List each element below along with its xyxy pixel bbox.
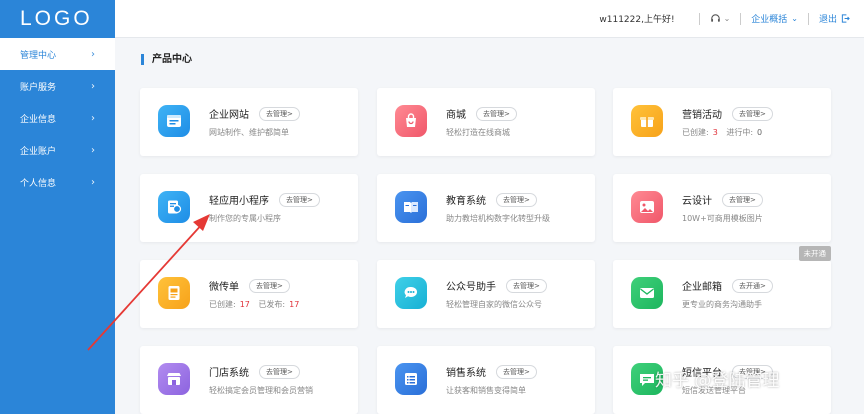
chevron-right-icon: › — [91, 48, 95, 60]
card-title: 门店系统 — [209, 368, 249, 379]
card-desc: 让获客和销售变得简单 — [446, 386, 526, 395]
logout-button[interactable]: 退出 — [819, 12, 850, 25]
card-desc: 轻松管理自家的微信公众号 — [446, 300, 542, 309]
card-title: 教育系统 — [446, 196, 486, 207]
card-title: 企业邮箱 — [682, 282, 722, 293]
logout-label: 退出 — [818, 15, 837, 25]
manage-button[interactable]: 去管理> — [249, 278, 290, 293]
card-title: 商城 — [446, 110, 466, 121]
top-header: w111222,上午好! ⌄ 企业概括 ⌄ 退出 — [115, 0, 864, 38]
gift-icon — [631, 105, 663, 137]
stat-value: 17 — [239, 300, 250, 309]
section-title: 产品中心 — [141, 54, 192, 65]
card-stats: 已创建: 17 已发布: 17 — [209, 299, 305, 310]
card-desc: 网站制作、维护都简单 — [209, 128, 289, 137]
card-title: 公众号助手 — [446, 282, 496, 293]
chevron-down-icon: ⌄ — [723, 14, 731, 23]
flyer-icon — [158, 277, 190, 309]
card-desc: 轻松搞定会员管理和会员营销 — [209, 386, 313, 395]
product-card-enterprise-mail[interactable]: 未开通 企业邮箱 去开通> 更专业的商务沟通助手 — [613, 246, 831, 328]
sidebar-item-company-info[interactable]: 企业信息 › — [0, 102, 115, 134]
sidebar: LOGO 管理中心 › 账户服务 › 企业信息 › 企业账户 › 个人信息 › — [0, 0, 115, 414]
product-card-mini-program[interactable]: 轻应用小程序 去管理> 制作您的专属小程序 — [140, 174, 358, 242]
status-badge: 未开通 — [798, 246, 831, 261]
product-card-website[interactable]: 企业网站 去管理> 网站制作、维护都简单 — [140, 88, 358, 156]
sidebar-item-management-center[interactable]: 管理中心 › — [0, 38, 115, 70]
product-card-cloud-design[interactable]: 云设计 去管理> 10W+可商用模板图片 — [613, 174, 831, 242]
logo: LOGO — [0, 0, 115, 38]
card-title: 销售系统 — [446, 368, 486, 379]
card-desc: 助力教培机构数字化转型升级 — [446, 214, 550, 223]
manage-button[interactable]: 去管理> — [496, 364, 537, 379]
book-icon — [395, 191, 427, 223]
list-icon — [395, 363, 427, 395]
website-icon — [158, 105, 190, 137]
mini-program-icon — [158, 191, 190, 223]
card-title: 云设计 — [682, 196, 712, 207]
sidebar-item-account-service[interactable]: 账户服务 › — [0, 70, 115, 102]
sidebar-item-label: 企业账户 — [20, 146, 57, 157]
store-icon — [158, 363, 190, 395]
divider — [698, 12, 700, 25]
product-card-flyer[interactable]: 微传单 去管理> 已创建: 17 已发布: 17 — [140, 260, 358, 328]
manage-button[interactable]: 去管理> — [279, 192, 320, 207]
stat-label: 进行中: — [726, 128, 754, 137]
chevron-down-icon: ⌄ — [791, 14, 798, 23]
sidebar-item-label: 管理中心 — [20, 50, 57, 61]
product-card-marketing[interactable]: 营销活动 去管理> 已创建: 3 进行中: 0 — [613, 88, 831, 156]
sidebar-item-company-account[interactable]: 企业账户 › — [0, 134, 115, 166]
card-desc: 更专业的商务沟通助手 — [682, 300, 762, 309]
shopping-bag-icon — [395, 105, 427, 137]
product-card-store-system[interactable]: 门店系统 去管理> 轻松搞定会员管理和会员营销 — [140, 346, 358, 414]
manage-button[interactable]: 去管理> — [722, 192, 763, 207]
card-stats: 已创建: 3 进行中: 0 — [682, 127, 768, 138]
card-desc: 制作您的专属小程序 — [209, 214, 281, 223]
service-menu[interactable]: ⌄ — [710, 13, 731, 24]
stat-value: 3 — [712, 128, 718, 137]
divider — [740, 12, 742, 25]
sidebar-item-label: 个人信息 — [20, 178, 57, 189]
manage-button[interactable]: 去管理> — [259, 106, 300, 121]
mail-icon — [631, 277, 663, 309]
manage-button[interactable]: 去管理> — [506, 278, 547, 293]
chevron-right-icon: › — [91, 176, 95, 188]
headset-icon — [710, 14, 720, 22]
manage-button[interactable]: 去管理> — [732, 106, 773, 121]
chevron-right-icon: › — [91, 80, 95, 92]
user-greeting: w111222,上午好! — [599, 15, 675, 25]
stat-value: 17 — [289, 300, 300, 309]
main-content: 产品中心 企业网站 去管理> 网站制作、维护都简单 商城 去管理> 轻松打造在线… — [115, 38, 864, 414]
overview-label: 企业概括 — [751, 15, 788, 25]
manage-button[interactable]: 去管理> — [476, 106, 517, 121]
logout-icon — [841, 14, 850, 23]
stat-label: 已创建: — [682, 128, 709, 137]
card-desc: 轻松打造在线商城 — [446, 128, 510, 137]
card-desc: 10W+可商用模板图片 — [682, 214, 763, 223]
enterprise-overview-menu[interactable]: 企业概括 ⌄ — [751, 12, 798, 25]
product-card-wechat-assistant[interactable]: 公众号助手 去管理> 轻松管理自家的微信公众号 — [377, 260, 595, 328]
chat-bubble-icon — [395, 277, 427, 309]
card-title: 营销活动 — [682, 110, 722, 121]
sidebar-item-label: 企业信息 — [20, 114, 57, 125]
manage-button[interactable]: 去管理> — [259, 364, 300, 379]
manage-button[interactable]: 去管理> — [496, 192, 537, 207]
card-title: 轻应用小程序 — [209, 196, 269, 207]
stat-label: 已发布: — [258, 300, 286, 309]
watermark: 知乎 @登陆管理 — [655, 371, 780, 391]
stat-value: 0 — [757, 128, 763, 137]
divider — [807, 12, 809, 25]
chevron-right-icon: › — [91, 144, 95, 156]
picture-icon — [631, 191, 663, 223]
product-card-education[interactable]: 教育系统 去管理> 助力教培机构数字化转型升级 — [377, 174, 595, 242]
sidebar-item-label: 账户服务 — [20, 82, 57, 93]
chevron-right-icon: › — [91, 112, 95, 124]
product-card-mall[interactable]: 商城 去管理> 轻松打造在线商城 — [377, 88, 595, 156]
sidebar-item-personal-info[interactable]: 个人信息 › — [0, 166, 115, 198]
card-title: 微传单 — [209, 282, 239, 293]
activate-button[interactable]: 去开通> — [732, 278, 773, 293]
card-title: 企业网站 — [209, 110, 249, 121]
product-card-sales-system[interactable]: 销售系统 去管理> 让获客和销售变得简单 — [377, 346, 595, 414]
stat-label: 已创建: — [209, 300, 236, 309]
